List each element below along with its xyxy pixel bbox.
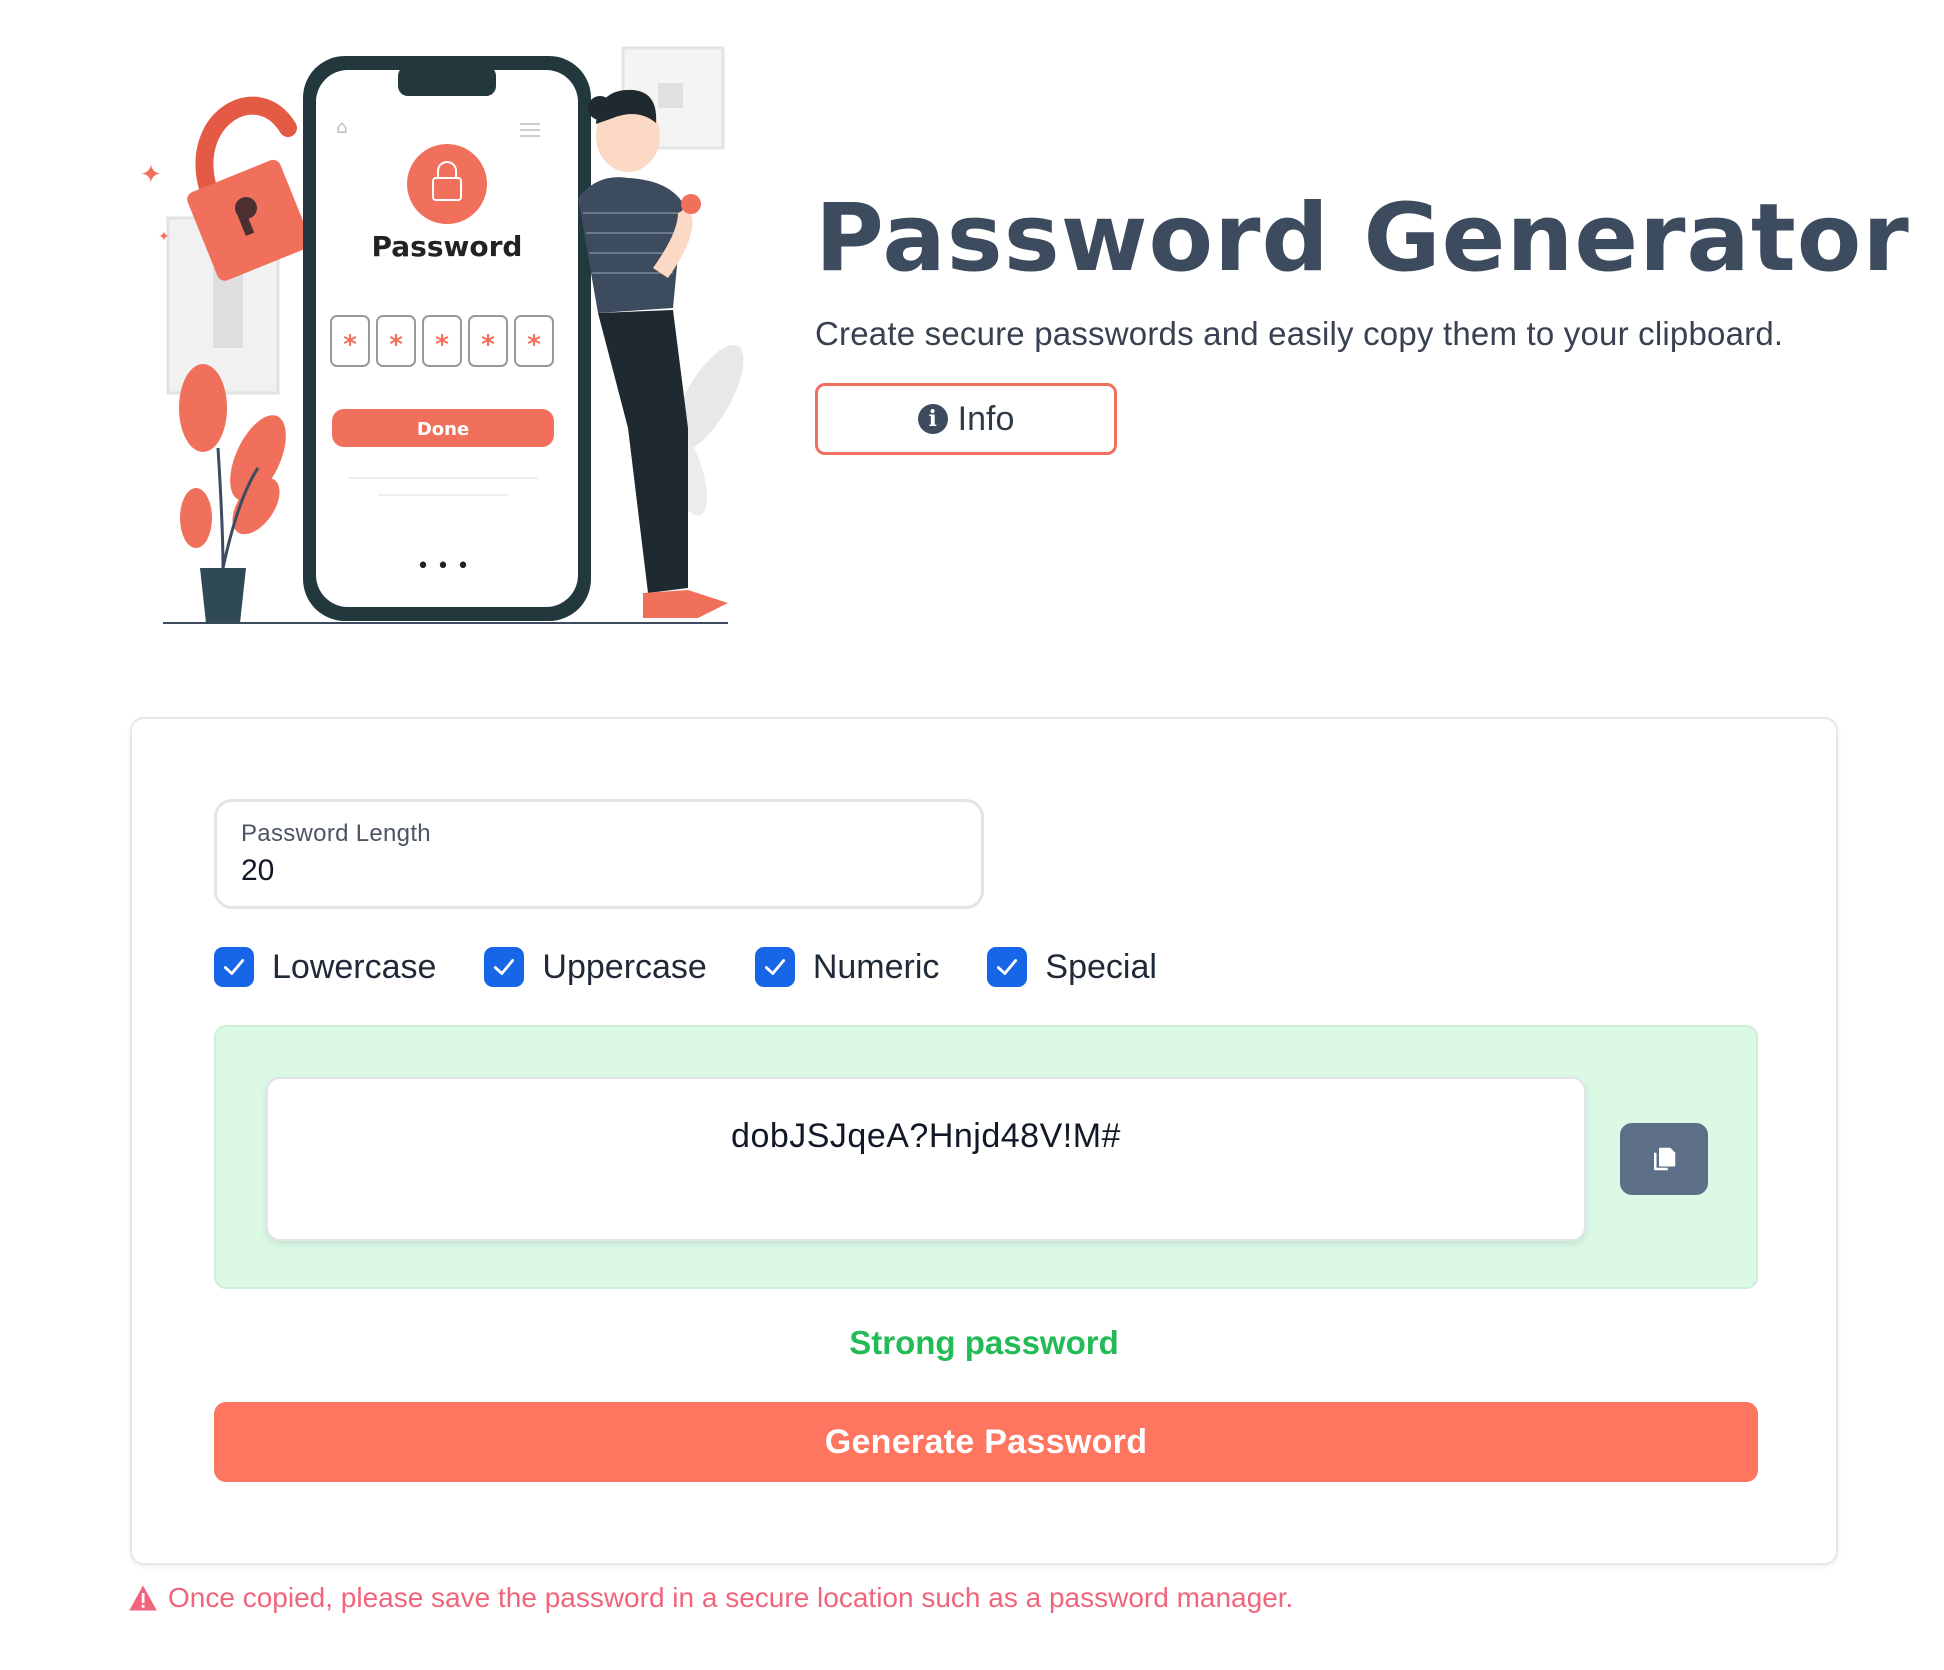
info-button-label: Info bbox=[957, 399, 1015, 438]
special-label: Special bbox=[1045, 947, 1157, 986]
option-lowercase[interactable]: Lowercase bbox=[214, 947, 436, 987]
checkmark-icon bbox=[223, 959, 245, 975]
copy-warning: Once copied, please save the password in… bbox=[128, 1582, 1293, 1614]
page-subtitle: Create secure passwords and easily copy … bbox=[815, 315, 1784, 353]
svg-text:✦: ✦ bbox=[158, 229, 170, 245]
hero-illustration: ✦ ✦ ⌂ Password * * * * * Done • • • bbox=[128, 28, 788, 658]
copy-button[interactable] bbox=[1620, 1123, 1708, 1195]
svg-text:*: * bbox=[481, 330, 495, 360]
result-panel: dobJSJqeA?Hnjd48V!M# bbox=[214, 1025, 1758, 1289]
option-special[interactable]: Special bbox=[987, 947, 1157, 987]
password-length-input[interactable] bbox=[241, 854, 957, 888]
checkmark-icon bbox=[997, 959, 1018, 975]
lowercase-checkbox[interactable] bbox=[214, 947, 254, 987]
info-button[interactable]: i Info bbox=[815, 383, 1117, 456]
password-length-label: Password Length bbox=[241, 820, 431, 847]
warning-icon bbox=[129, 1585, 157, 1611]
phone-dots: • • • bbox=[417, 554, 470, 579]
copy-icon bbox=[1654, 1147, 1676, 1171]
checkmark-icon bbox=[494, 959, 515, 975]
page: ✦ ✦ ⌂ Password * * * * * Done • • • Pass… bbox=[0, 0, 1944, 1670]
svg-text:*: * bbox=[389, 330, 403, 360]
password-length-field[interactable]: Password Length bbox=[214, 799, 984, 909]
option-numeric[interactable]: Numeric bbox=[754, 947, 940, 987]
uppercase-checkbox[interactable] bbox=[484, 947, 525, 987]
lowercase-label: Lowercase bbox=[272, 947, 437, 986]
generate-password-button[interactable]: Generate Password bbox=[214, 1402, 1758, 1482]
svg-text:*: * bbox=[343, 330, 357, 360]
option-uppercase[interactable]: Uppercase bbox=[484, 947, 707, 987]
strength-indicator: Strong password bbox=[849, 1324, 1119, 1361]
svg-text:*: * bbox=[527, 330, 541, 360]
numeric-label: Numeric bbox=[812, 947, 940, 986]
phone-done-label: Done bbox=[417, 419, 469, 440]
character-options: Lowercase Uppercase Numeric Special bbox=[214, 947, 1205, 987]
special-checkbox[interactable] bbox=[987, 947, 1028, 987]
info-icon: i bbox=[917, 404, 948, 435]
hero-text: Password Generator Create secure passwor… bbox=[815, 184, 1915, 456]
numeric-checkbox[interactable] bbox=[754, 947, 795, 987]
generator-card: Password Length Lowercase Uppercase bbox=[130, 717, 1838, 1565]
svg-text:⌂: ⌂ bbox=[336, 117, 347, 138]
warning-text: Once copied, please save the password in… bbox=[168, 1582, 1294, 1613]
generated-password[interactable]: dobJSJqeA?Hnjd48V!M# bbox=[266, 1077, 1586, 1241]
checkmark-icon bbox=[764, 959, 785, 975]
page-title: Password Generator bbox=[815, 184, 1910, 293]
phone-title: Password bbox=[372, 230, 523, 263]
svg-text:✦: ✦ bbox=[140, 160, 162, 190]
uppercase-label: Uppercase bbox=[542, 947, 707, 986]
svg-text:*: * bbox=[435, 330, 449, 360]
